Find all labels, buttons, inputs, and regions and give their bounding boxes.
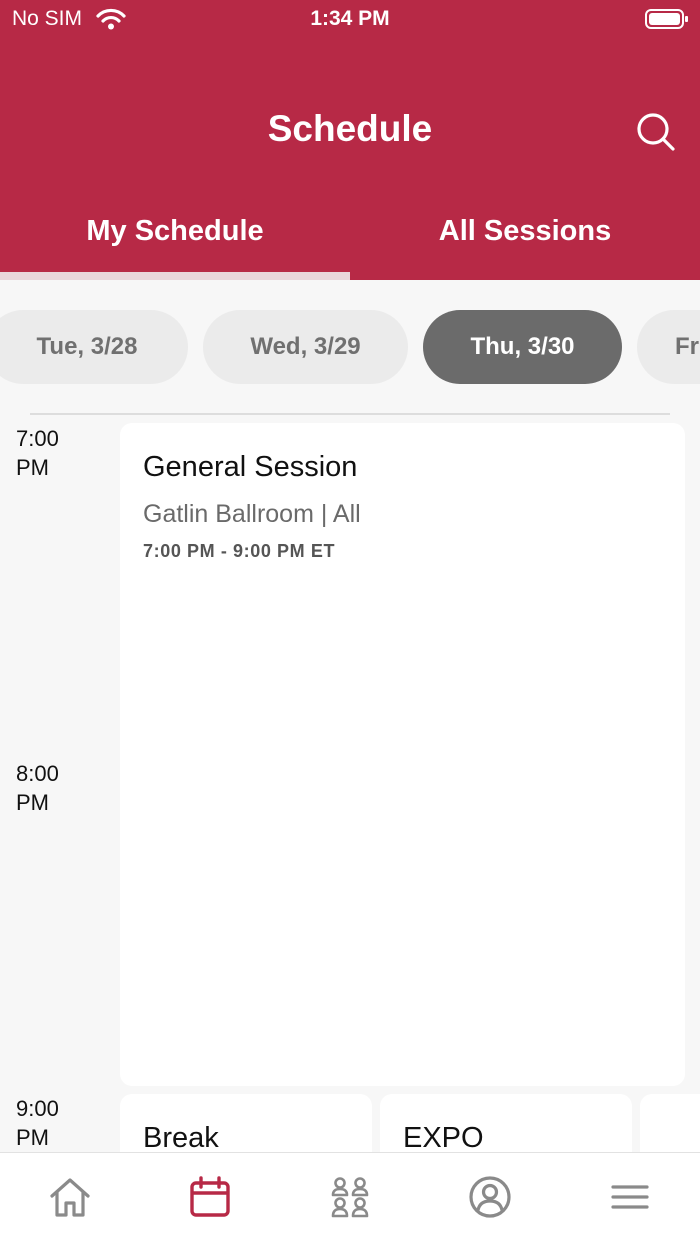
- status-time: 1:34 PM: [310, 7, 390, 30]
- active-tab-indicator: [0, 272, 350, 280]
- home-icon: [48, 1176, 92, 1223]
- page-title: Schedule: [267, 108, 433, 149]
- nav-profile[interactable]: [420, 1153, 560, 1244]
- app-header: No SIM 1:34 PM Schedule My Schedule All …: [0, 0, 700, 280]
- timeline-divider: [30, 413, 670, 415]
- schedule-screen: No SIM 1:34 PM Schedule My Schedule All …: [0, 0, 700, 1244]
- profile-icon: [468, 1175, 512, 1224]
- nav-home[interactable]: [0, 1153, 140, 1244]
- session-title: Break: [143, 1122, 219, 1154]
- battery-icon: [645, 8, 689, 35]
- nav-attendees[interactable]: [280, 1153, 420, 1244]
- tab-all-sessions[interactable]: All Sessions: [350, 215, 700, 248]
- session-title: EXPO: [403, 1122, 484, 1154]
- session-card-general[interactable]: General Session Gatlin Ballroom | All 7:…: [120, 423, 685, 1086]
- time-label-9pm: 9:00 PM: [16, 1096, 59, 1150]
- tab-my-schedule[interactable]: My Schedule: [0, 215, 350, 248]
- people-icon: [330, 1176, 370, 1223]
- nav-menu[interactable]: [560, 1153, 700, 1244]
- session-time: 7:00 PM - 9:00 PM ET: [143, 541, 336, 561]
- session-location: Gatlin Ballroom | All: [143, 500, 361, 528]
- date-chip-fri[interactable]: Fri, 3/31: [637, 310, 700, 384]
- date-chip-wed[interactable]: Wed, 3/29: [203, 310, 408, 384]
- menu-icon: [611, 1183, 649, 1216]
- date-chip-thu[interactable]: Thu, 3/30: [423, 310, 622, 384]
- date-chip-tue[interactable]: Tue, 3/28: [0, 310, 188, 384]
- bottom-nav: [0, 1152, 700, 1244]
- status-bar: No SIM 1:34 PM: [0, 0, 700, 40]
- session-title: General Session: [143, 451, 358, 483]
- time-label-7pm: 7:00 PM: [16, 426, 59, 480]
- nav-schedule[interactable]: [140, 1153, 280, 1244]
- time-label-8pm: 8:00 PM: [16, 761, 59, 815]
- search-icon[interactable]: [636, 112, 676, 157]
- calendar-icon: [189, 1175, 231, 1223]
